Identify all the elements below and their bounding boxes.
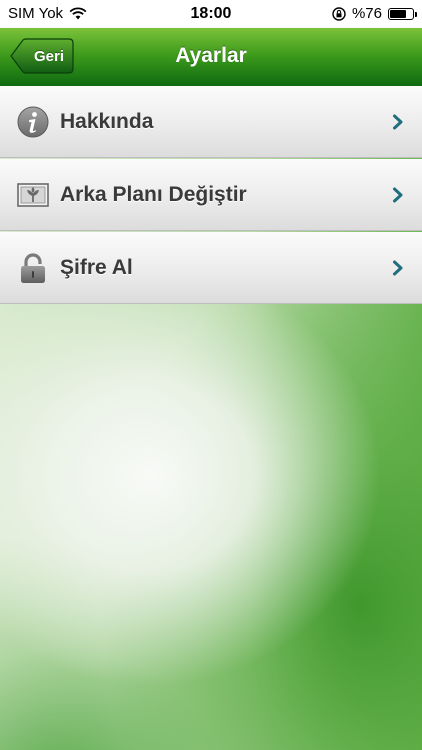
battery-level [390, 9, 406, 18]
menu-item-label: Hakkında [60, 110, 154, 133]
menu-item-get-password[interactable]: Şifre Al [0, 232, 422, 304]
rotation-lock-icon [332, 6, 346, 21]
battery-percent: %76 [351, 5, 382, 22]
menu-item-label: Arka Planı Değiştir [60, 183, 247, 206]
info-icon [17, 106, 49, 138]
status-bar: SIM Yok 18:00 %76 [0, 0, 422, 28]
battery-icon [388, 7, 417, 20]
page-title: Ayarlar [175, 44, 247, 67]
wallpaper-icon [17, 183, 49, 207]
chevron-right-icon [393, 114, 403, 130]
chevron-right-icon [393, 187, 403, 203]
status-right: %76 [332, 5, 417, 22]
navigation-bar: Geri Ayarlar [0, 28, 422, 86]
settings-menu: Hakkında Arka Planı Değiştir Şifre Al [0, 86, 422, 304]
chevron-right-icon [393, 260, 403, 276]
menu-item-label: Şifre Al [60, 256, 133, 279]
lock-icon [21, 253, 45, 283]
menu-item-change-background[interactable]: Arka Planı Değiştir [0, 159, 422, 231]
menu-item-about[interactable]: Hakkında [0, 86, 422, 158]
